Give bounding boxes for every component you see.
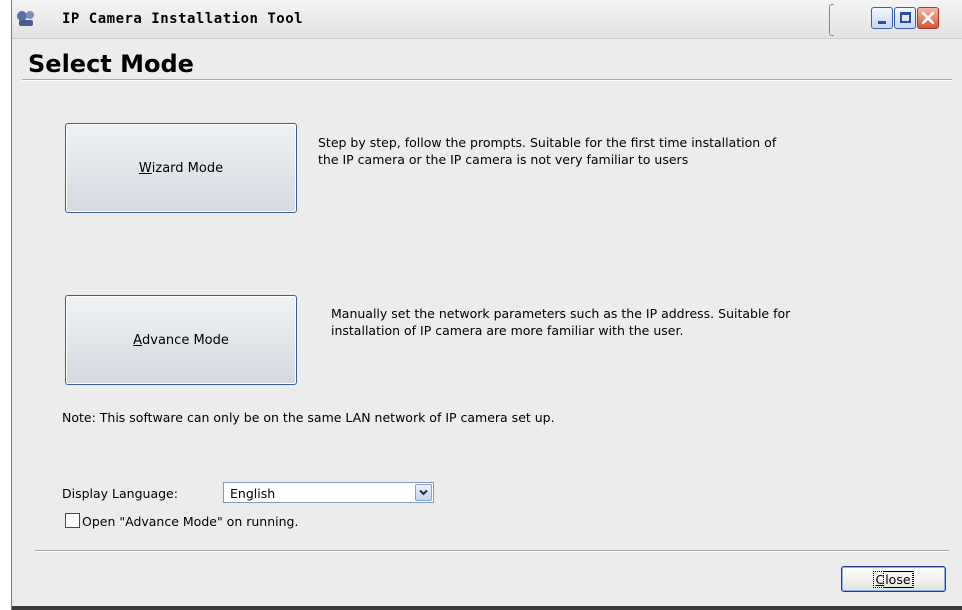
- app-icon: [17, 11, 34, 26]
- title-bar-separator: [829, 4, 834, 36]
- lan-note: Note: This software can only be on the s…: [62, 410, 555, 425]
- close-icon[interactable]: [917, 7, 939, 29]
- maximize-icon[interactable]: [894, 7, 916, 29]
- page-title: Select Mode: [28, 50, 194, 78]
- heading-divider: [22, 79, 952, 81]
- close-button[interactable]: Close: [841, 566, 946, 592]
- display-language-label: Display Language:: [62, 486, 178, 501]
- wizard-mode-mnemonic: W: [138, 160, 152, 176]
- wizard-mode-button[interactable]: Wizard Mode: [65, 123, 297, 213]
- minimize-icon[interactable]: [871, 7, 893, 29]
- chevron-down-icon[interactable]: [415, 484, 432, 501]
- advance-mode-description: Manually set the network parameters such…: [331, 306, 791, 338]
- advance-mode-mnemonic: A: [133, 332, 143, 348]
- footer-divider: [35, 550, 949, 552]
- title-bar[interactable]: IP Camera Installation Tool: [12, 0, 962, 39]
- window-title: IP Camera Installation Tool: [62, 11, 304, 27]
- advance-mode-button[interactable]: Advance Mode: [65, 295, 297, 385]
- wizard-mode-description: Step by step, follow the prompts. Suitab…: [318, 135, 777, 167]
- window-bottom-edge: [12, 606, 962, 610]
- display-language-select[interactable]: English: [223, 482, 434, 503]
- open-advance-mode-checkbox[interactable]: [65, 513, 80, 528]
- app-window: IP Camera Installation Tool Select Mode …: [11, 0, 962, 610]
- close-button-label: Close: [873, 570, 914, 588]
- wizard-mode-label: izard Mode: [151, 160, 224, 176]
- advance-mode-label: dvance Mode: [142, 332, 229, 348]
- display-language-value: English: [230, 486, 276, 501]
- close-button-mnemonic: C: [875, 571, 885, 587]
- close-button-label-rest: lose: [883, 570, 913, 588]
- open-advance-mode-label[interactable]: Open "Advance Mode" on running.: [82, 514, 298, 529]
